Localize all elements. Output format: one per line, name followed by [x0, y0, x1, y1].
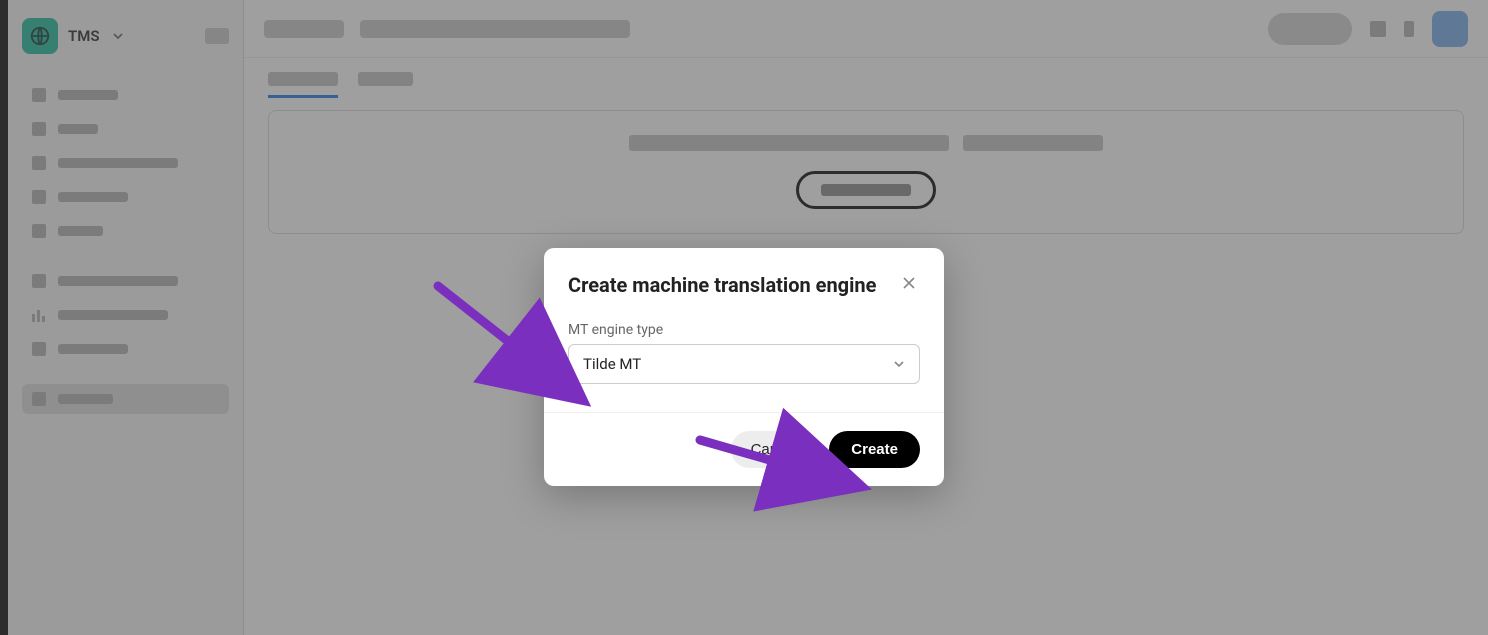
create-mt-engine-modal: Create machine translation engine MT eng… [544, 248, 944, 486]
mt-engine-type-select[interactable]: Tilde MT [568, 344, 920, 384]
cancel-button[interactable]: Cancel [731, 431, 818, 468]
close-icon[interactable] [898, 272, 920, 297]
select-value: Tilde MT [583, 355, 893, 373]
create-button[interactable]: Create [829, 431, 920, 468]
mt-engine-type-label: MT engine type [568, 322, 920, 338]
chevron-down-icon [893, 355, 905, 374]
modal-title: Create machine translation engine [568, 272, 898, 298]
